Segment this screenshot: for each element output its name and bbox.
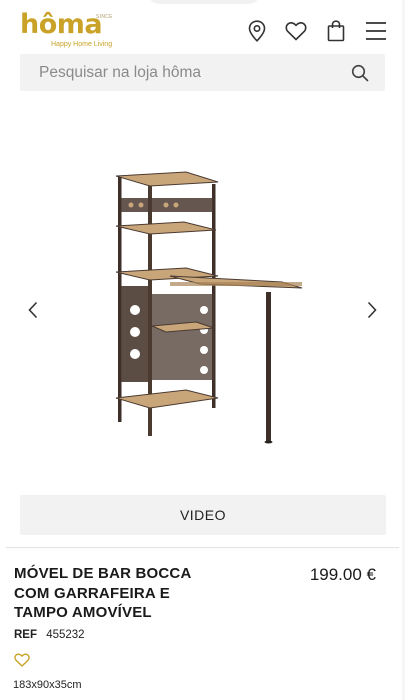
product-reference: REF 455232 xyxy=(14,629,85,641)
product-price: 199.00 € xyxy=(309,565,376,584)
homa-logo[interactable]: hôma SINCE Happy Home Living xyxy=(20,10,116,50)
chevron-right-icon xyxy=(367,301,377,319)
logo-wordmark: hôma xyxy=(20,9,103,40)
video-button[interactable]: VIDEO xyxy=(20,495,386,535)
ref-value: 455232 xyxy=(46,629,85,641)
search-bar xyxy=(20,54,385,91)
menu-button[interactable] xyxy=(363,18,389,44)
site-header: hôma SINCE Happy Home Living xyxy=(0,0,405,54)
gallery-prev-button[interactable] xyxy=(23,298,43,322)
product-title: MÓVEL DE BAR BOCCA COM GARRAFEIRA E TAMP… xyxy=(14,565,191,621)
product-image[interactable] xyxy=(106,170,306,446)
product-dimensions: 183x90x35cm xyxy=(13,679,82,691)
logo-tagline: Happy Home Living xyxy=(51,41,113,48)
location-icon xyxy=(248,20,266,42)
add-to-wishlist-heart-icon[interactable] xyxy=(14,653,30,667)
search-icon[interactable] xyxy=(351,64,369,82)
logo-since: SINCE xyxy=(96,14,113,20)
store-locator-button[interactable] xyxy=(244,18,270,44)
ref-label: REF xyxy=(14,629,37,641)
menu-icon xyxy=(366,22,386,40)
heart-icon xyxy=(285,22,307,41)
chevron-left-icon xyxy=(28,301,38,319)
gallery-next-button[interactable] xyxy=(362,298,382,322)
shopping-bag-icon xyxy=(327,20,345,42)
section-divider xyxy=(6,547,399,548)
search-input[interactable] xyxy=(20,54,340,91)
wishlist-button[interactable] xyxy=(283,18,309,44)
product-gallery xyxy=(0,98,405,488)
cart-button[interactable] xyxy=(323,18,349,44)
